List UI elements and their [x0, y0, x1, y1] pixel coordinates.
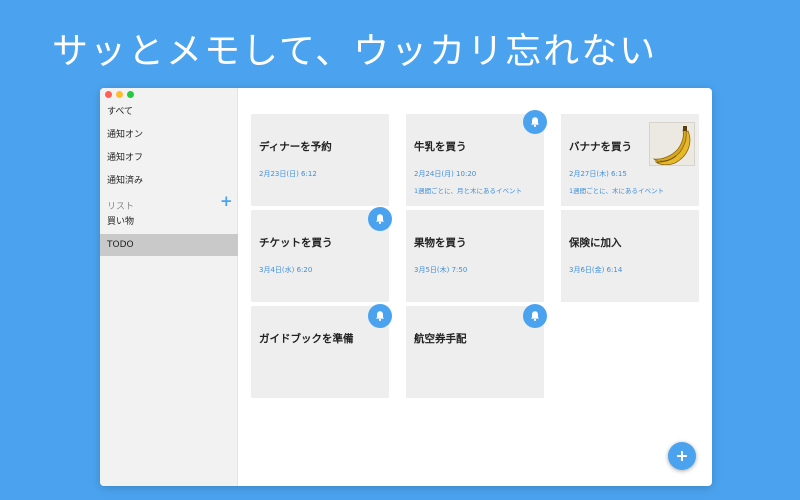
reminder-card[interactable]: バナナを買う 2月27日(木) 6:15 1週間ごとに、木にあるイベント [561, 114, 699, 206]
reminder-title: 牛乳を買う [414, 141, 467, 153]
reminder-title: 航空券手配 [414, 333, 467, 345]
reminder-title: バナナを買う [569, 141, 632, 153]
add-list-button[interactable]: + [220, 193, 233, 209]
reminder-date: 3月5日(木) 7:50 [414, 266, 468, 274]
reminder-date: 3月4日(水) 6:20 [259, 266, 313, 274]
bell-glyph [531, 117, 539, 127]
headline: サッとメモして、ウッカリ忘れない [52, 31, 658, 72]
bell-icon[interactable] [368, 304, 392, 328]
sidebar-item-notified[interactable]: 通知済み [100, 170, 238, 192]
sidebar-item-notify-off[interactable]: 通知オフ [100, 147, 238, 169]
zoom-window-button[interactable] [127, 91, 134, 98]
reminder-title: ガイドブックを準備 [259, 333, 354, 345]
app-window: すべて 通知オン 通知オフ 通知済み リスト + 買い物 TODO ディナーを予… [100, 88, 712, 486]
reminder-repeat: 1週間ごとに、月と木にあるイベント [414, 187, 522, 195]
reminder-title: 保険に加入 [569, 237, 622, 249]
sidebar-item-all[interactable]: すべて [100, 101, 238, 123]
close-window-button[interactable] [105, 91, 112, 98]
window-controls [105, 91, 134, 98]
bell-glyph [376, 214, 384, 224]
reminder-date: 2月24日(月) 10:20 [414, 170, 477, 178]
reminder-title: チケットを買う [259, 237, 333, 249]
reminder-card[interactable]: ディナーを予約 2月23日(日) 6:12 [251, 114, 389, 206]
reminder-repeat: 1週間ごとに、木にあるイベント [569, 187, 664, 195]
plus-icon [677, 451, 687, 461]
reminder-date: 2月23日(日) 6:12 [259, 170, 317, 178]
sidebar-item-notify-on[interactable]: 通知オン [100, 124, 238, 146]
reminder-date: 3月6日(金) 6:14 [569, 266, 623, 274]
sidebar-item-shopping[interactable]: 買い物 [100, 211, 238, 233]
banana-photo[interactable] [649, 122, 695, 166]
reminder-title: 果物を買う [414, 237, 467, 249]
bell-icon[interactable] [368, 207, 392, 231]
minimize-window-button[interactable] [116, 91, 123, 98]
reminder-date: 2月27日(木) 6:15 [569, 170, 627, 178]
sidebar: すべて 通知オン 通知オフ 通知済み リスト + 買い物 TODO [100, 88, 238, 486]
add-reminder-button[interactable] [668, 442, 696, 470]
reminder-title: ディナーを予約 [259, 141, 332, 153]
reminder-card[interactable]: 牛乳を買う 2月24日(月) 10:20 1週間ごとに、月と木にあるイベント [406, 114, 544, 206]
banana-image [650, 123, 694, 165]
reminder-card[interactable]: 保険に加入 3月6日(金) 6:14 [561, 210, 699, 302]
bell-glyph [531, 311, 539, 321]
reminder-card[interactable]: 果物を買う 3月5日(木) 7:50 [406, 210, 544, 302]
bell-icon[interactable] [523, 304, 547, 328]
sidebar-item-todo[interactable]: TODO [100, 234, 238, 256]
bell-icon[interactable] [523, 110, 547, 134]
bell-glyph [376, 311, 384, 321]
